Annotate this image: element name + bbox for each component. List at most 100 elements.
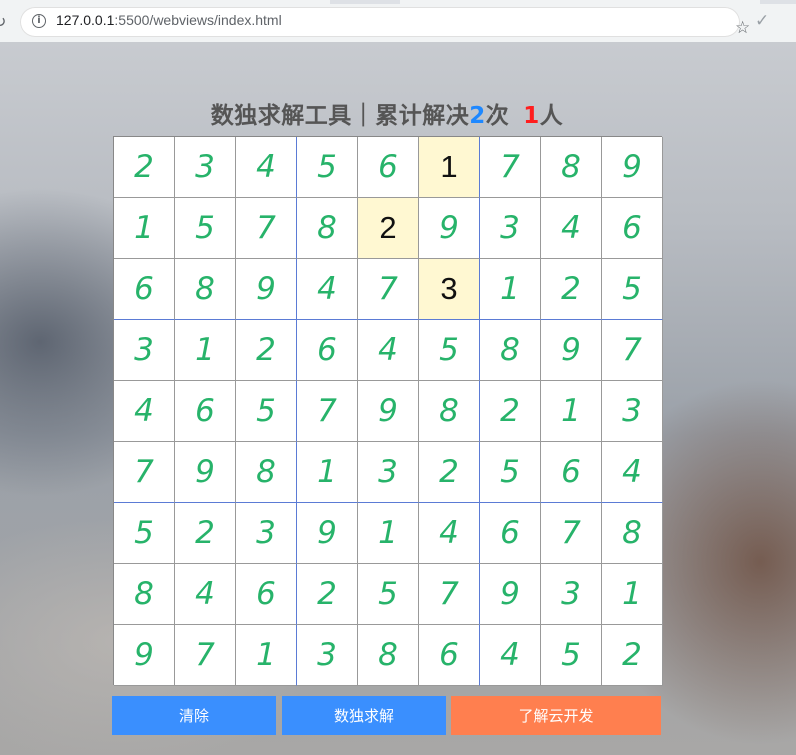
sudoku-cell[interactable]: 2	[114, 137, 175, 198]
sudoku-cell[interactable]: 6	[236, 564, 297, 625]
sudoku-cell[interactable]: 5	[175, 198, 236, 259]
sudoku-cell[interactable]: 5	[480, 442, 541, 503]
sudoku-cell[interactable]: 9	[602, 137, 663, 198]
sudoku-cell[interactable]: 3	[358, 442, 419, 503]
url-path: :5500/webviews/index.html	[114, 12, 282, 28]
sudoku-cell[interactable]: 8	[602, 503, 663, 564]
sudoku-cell[interactable]: 9	[419, 198, 480, 259]
page-content: 数独求解工具｜累计解决2次 1人 234561789157829346689473…	[0, 42, 796, 755]
reload-icon[interactable]: ↻	[0, 12, 6, 31]
sudoku-cell[interactable]: 6	[480, 503, 541, 564]
sudoku-cell[interactable]: 1	[480, 259, 541, 320]
sudoku-cell[interactable]: 2	[541, 259, 602, 320]
sudoku-cell[interactable]: 1	[541, 381, 602, 442]
sudoku-cell[interactable]: 2	[236, 320, 297, 381]
sudoku-cell[interactable]: 8	[236, 442, 297, 503]
sudoku-cell[interactable]: 4	[114, 381, 175, 442]
sudoku-cell[interactable]: 6	[175, 381, 236, 442]
solve-button[interactable]: 数独求解	[282, 696, 446, 735]
browser-tab[interactable]	[400, 0, 760, 4]
sudoku-cell[interactable]: 4	[602, 442, 663, 503]
sudoku-cell[interactable]: 8	[297, 198, 358, 259]
sudoku-cell[interactable]: 4	[358, 320, 419, 381]
star-icon[interactable]: ☆	[735, 18, 750, 38]
sudoku-cell[interactable]: 4	[175, 564, 236, 625]
sudoku-cell[interactable]: 7	[297, 381, 358, 442]
solved-unit: 次	[485, 103, 510, 129]
sudoku-cell[interactable]: 5	[358, 564, 419, 625]
url-text[interactable]: 127.0.0.1:5500/webviews/index.html	[56, 12, 282, 28]
address-bar[interactable]: i 127.0.0.1:5500/webviews/index.html ☆	[20, 7, 750, 38]
sudoku-cell[interactable]: 8	[419, 381, 480, 442]
sudoku-cell[interactable]: 9	[236, 259, 297, 320]
sudoku-cell[interactable]: 2	[480, 381, 541, 442]
sudoku-cell[interactable]: 4	[480, 625, 541, 686]
sudoku-cell[interactable]: 3	[419, 259, 480, 320]
sudoku-cell[interactable]: 8	[541, 137, 602, 198]
sudoku-cell[interactable]: 2	[175, 503, 236, 564]
sudoku-cell[interactable]: 3	[114, 320, 175, 381]
sudoku-cell[interactable]: 7	[175, 625, 236, 686]
sudoku-cell[interactable]: 3	[175, 137, 236, 198]
info-icon[interactable]: i	[32, 14, 46, 28]
sudoku-cell[interactable]: 7	[358, 259, 419, 320]
clear-button[interactable]: 清除	[112, 696, 276, 735]
sudoku-cell[interactable]: 1	[358, 503, 419, 564]
sudoku-cell[interactable]: 1	[419, 137, 480, 198]
check-icon[interactable]: ✓	[755, 11, 769, 31]
sudoku-cell[interactable]: 2	[297, 564, 358, 625]
sudoku-cell[interactable]: 4	[419, 503, 480, 564]
sudoku-cell[interactable]: 1	[114, 198, 175, 259]
sudoku-cell[interactable]: 3	[602, 381, 663, 442]
sudoku-cell[interactable]: 7	[602, 320, 663, 381]
sudoku-cell[interactable]: 9	[358, 381, 419, 442]
sudoku-cell[interactable]: 2	[358, 198, 419, 259]
sudoku-cell[interactable]: 8	[480, 320, 541, 381]
sudoku-cell[interactable]: 7	[236, 198, 297, 259]
page-title: 数独求解工具｜累计解决2次 1人	[0, 96, 774, 130]
sudoku-cell[interactable]: 1	[236, 625, 297, 686]
sudoku-cell[interactable]: 9	[541, 320, 602, 381]
sudoku-cell[interactable]: 3	[541, 564, 602, 625]
sudoku-cell[interactable]: 6	[297, 320, 358, 381]
sudoku-cell[interactable]: 5	[419, 320, 480, 381]
sudoku-cell[interactable]: 7	[480, 137, 541, 198]
user-count: 1	[523, 103, 540, 129]
sudoku-cell[interactable]: 5	[602, 259, 663, 320]
sudoku-cell[interactable]: 8	[358, 625, 419, 686]
sudoku-cell[interactable]: 2	[419, 442, 480, 503]
sudoku-cell[interactable]: 9	[175, 442, 236, 503]
sudoku-cell[interactable]: 9	[114, 625, 175, 686]
user-unit: 人	[539, 103, 564, 129]
sudoku-cell[interactable]: 6	[602, 198, 663, 259]
sudoku-cell[interactable]: 5	[297, 137, 358, 198]
sudoku-cell[interactable]: 5	[236, 381, 297, 442]
sudoku-cell[interactable]: 7	[114, 442, 175, 503]
sudoku-cell[interactable]: 4	[236, 137, 297, 198]
sudoku-cell[interactable]: 6	[419, 625, 480, 686]
sudoku-cell[interactable]: 1	[297, 442, 358, 503]
sudoku-cell[interactable]: 7	[419, 564, 480, 625]
sudoku-cell[interactable]: 6	[541, 442, 602, 503]
sudoku-board: 2345617891578293466894731253126458974657…	[113, 136, 663, 686]
solved-count: 2	[469, 103, 486, 129]
sudoku-cell[interactable]: 3	[297, 625, 358, 686]
sudoku-cell[interactable]: 5	[541, 625, 602, 686]
sudoku-cell[interactable]: 9	[297, 503, 358, 564]
learn-cloud-button[interactable]: 了解云开发	[451, 696, 661, 735]
sudoku-cell[interactable]: 8	[175, 259, 236, 320]
sudoku-cell[interactable]: 9	[480, 564, 541, 625]
sudoku-cell[interactable]: 3	[236, 503, 297, 564]
sudoku-cell[interactable]: 1	[175, 320, 236, 381]
sudoku-cell[interactable]: 6	[358, 137, 419, 198]
sudoku-cell[interactable]: 1	[602, 564, 663, 625]
sudoku-cell[interactable]: 4	[297, 259, 358, 320]
sudoku-cell[interactable]: 5	[114, 503, 175, 564]
sudoku-cell[interactable]: 6	[114, 259, 175, 320]
browser-tab[interactable]	[0, 0, 330, 4]
sudoku-cell[interactable]: 3	[480, 198, 541, 259]
sudoku-cell[interactable]: 2	[602, 625, 663, 686]
sudoku-cell[interactable]: 8	[114, 564, 175, 625]
sudoku-cell[interactable]: 7	[541, 503, 602, 564]
sudoku-cell[interactable]: 4	[541, 198, 602, 259]
